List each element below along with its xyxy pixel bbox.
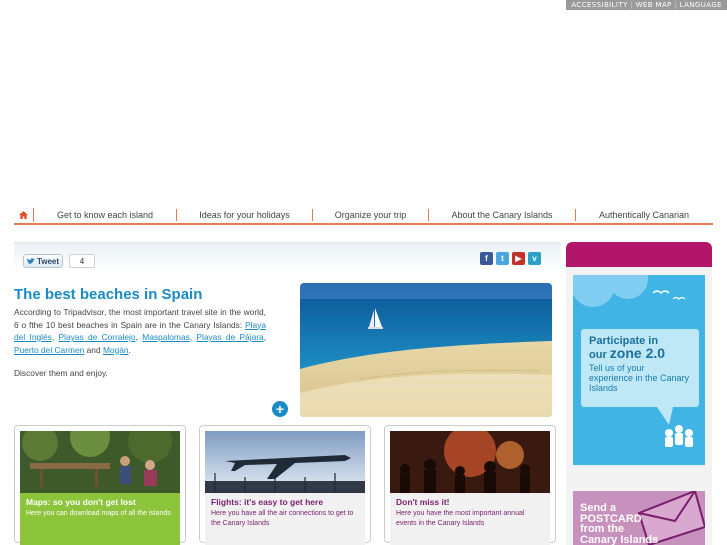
feature-cards: Maps: so you don't get lost Here you can… bbox=[14, 425, 556, 545]
card-flights-title: Flights: it's easy to get here bbox=[211, 497, 324, 507]
card-events-text: Here you have the most important annual … bbox=[396, 510, 525, 527]
sidebar: Participate in our zone 2.0 Tell us of y… bbox=[566, 242, 712, 545]
expand-plus-icon[interactable]: + bbox=[272, 401, 288, 417]
nav-item-canarian[interactable]: Authentically Canarian bbox=[576, 209, 712, 221]
twitter-icon[interactable]: t bbox=[496, 252, 509, 265]
nav-item-organize[interactable]: Organize your trip bbox=[313, 209, 429, 221]
beach-link-pajara[interactable]: Playas de Pájara bbox=[196, 332, 263, 342]
social-icons: f t ▶ v bbox=[480, 252, 541, 265]
zone-2-banner[interactable]: Participate in our zone 2.0 Tell us of y… bbox=[573, 275, 705, 465]
twitter-bird-icon bbox=[26, 257, 35, 264]
card-maps[interactable]: Maps: so you don't get lost Here you can… bbox=[14, 425, 186, 545]
sidebar-header bbox=[566, 242, 712, 267]
card-flights[interactable]: Flights: it's easy to get here Here you … bbox=[199, 425, 371, 545]
zone-body: Tell us of your experience in the Canary… bbox=[589, 363, 690, 393]
card-events-image bbox=[390, 431, 550, 493]
card-flights-image bbox=[205, 431, 365, 493]
page-title: The best beaches in Spain bbox=[14, 286, 203, 303]
card-events-title: Don't miss it! bbox=[396, 497, 450, 507]
card-maps-caption: Maps: so you don't get lost Here you can… bbox=[20, 493, 180, 545]
main-nav: Get to know each island Ideas for your h… bbox=[14, 207, 713, 225]
beach-link-corralejo[interactable]: Playas de Corralejo bbox=[59, 332, 136, 342]
utility-bar: ACCESSIBILITY | WEB MAP | LANGUAGE bbox=[566, 0, 727, 10]
postcard-banner[interactable]: Send a POSTCARD from the Canary Islands bbox=[573, 491, 705, 545]
beach-link-puerto-del-carmen[interactable]: Puerto del Carmen bbox=[14, 345, 84, 355]
discover-text: Discover them and enjoy. bbox=[14, 368, 108, 378]
language-link[interactable]: LANGUAGE bbox=[677, 1, 725, 9]
beach-scene bbox=[300, 283, 552, 417]
beach-link-maspalomas[interactable]: Maspalomas bbox=[142, 332, 189, 342]
home-icon bbox=[19, 211, 28, 219]
card-maps-text: Here you can download maps of all the is… bbox=[26, 510, 171, 517]
tweet-button[interactable]: Tweet bbox=[23, 254, 63, 268]
accessibility-link[interactable]: ACCESSIBILITY bbox=[568, 1, 630, 9]
tweet-label: Tweet bbox=[36, 256, 60, 266]
main-content: Tweet 4 f t ▶ v The best beaches in Spai… bbox=[14, 242, 561, 545]
card-flights-caption: Flights: it's easy to get here Here you … bbox=[205, 493, 365, 545]
card-flights-text: Here you have all the air connections to… bbox=[211, 510, 354, 527]
nav-home[interactable] bbox=[14, 208, 34, 222]
hero-beach-image[interactable] bbox=[300, 283, 552, 417]
card-events-caption: Don't miss it! Here you have the most im… bbox=[390, 493, 550, 545]
card-maps-image bbox=[20, 431, 180, 493]
card-events[interactable]: Don't miss it! Here you have the most im… bbox=[384, 425, 556, 545]
nav-item-islands[interactable]: Get to know each island bbox=[34, 209, 177, 221]
zone-bubble: Participate in our zone 2.0 Tell us of y… bbox=[581, 329, 699, 407]
web-map-link[interactable]: WEB MAP bbox=[633, 1, 675, 9]
article-intro: According to Tripadvisor, the most impor… bbox=[14, 307, 267, 355]
youtube-icon[interactable]: ▶ bbox=[512, 252, 525, 265]
beach-link-mogan[interactable]: Mogán bbox=[103, 345, 129, 355]
nav-item-ideas[interactable]: Ideas for your holidays bbox=[177, 209, 313, 221]
postcard-text: Send a POSTCARD from the Canary Islands bbox=[580, 502, 659, 545]
vimeo-icon[interactable]: v bbox=[528, 252, 541, 265]
tweet-count: 4 bbox=[69, 254, 95, 268]
nav-item-about[interactable]: About the Canary Islands bbox=[429, 209, 576, 221]
zone-heading: Participate in our zone 2.0 bbox=[589, 335, 666, 361]
facebook-icon[interactable]: f bbox=[480, 252, 493, 265]
card-maps-title: Maps: so you don't get lost bbox=[26, 497, 136, 507]
